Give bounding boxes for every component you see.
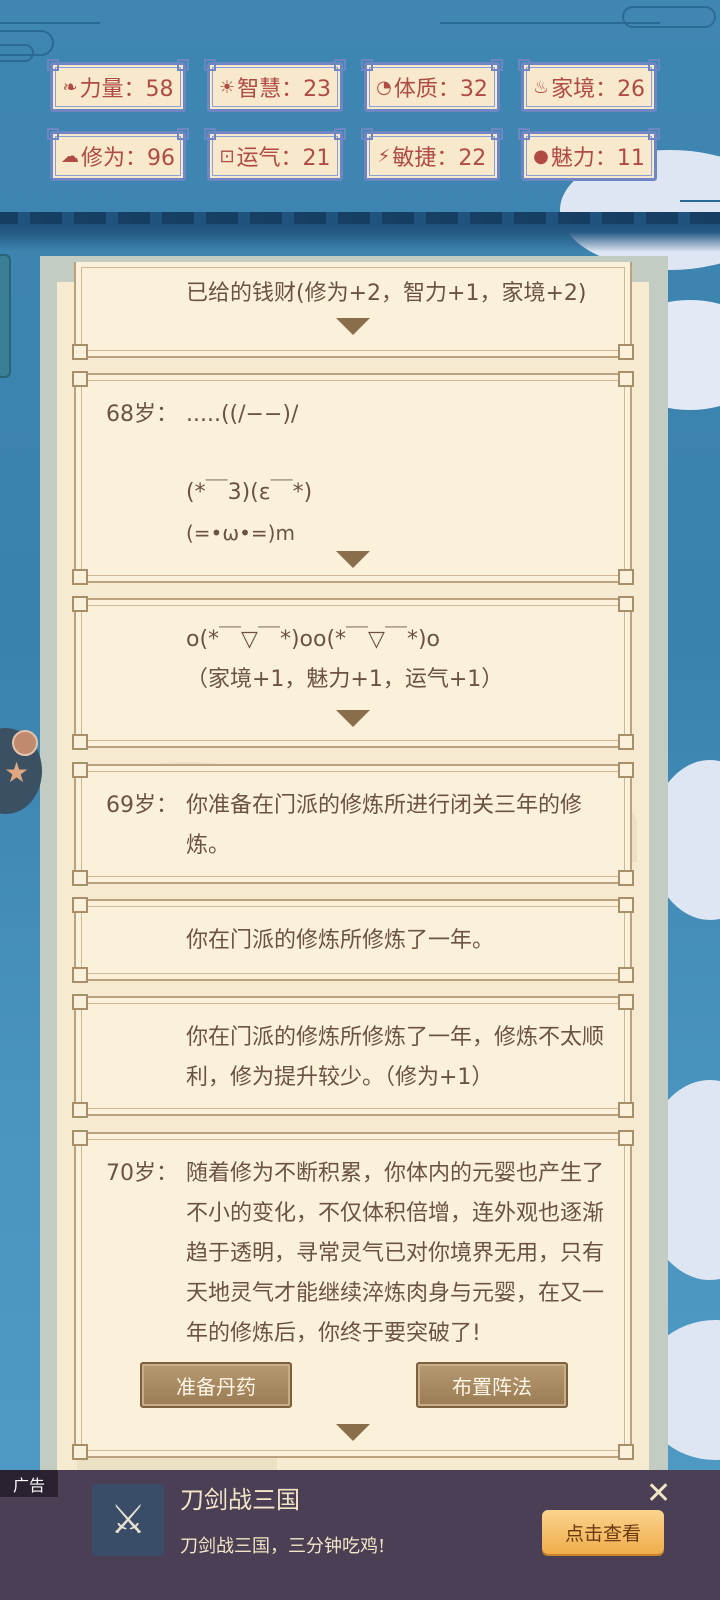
ad-tag: 广告 <box>0 1470 58 1497</box>
entry-text: 你准备在门派的修炼所进行闭关三年的修炼。 <box>186 793 583 858</box>
log-entry-70: 70岁： 随着修为不断积累，你体内的元婴也产生了不小的变化，不仅体积倍增，连外观… <box>72 1130 634 1460</box>
arrange-formation-button[interactable]: 布置阵法 <box>416 1362 568 1408</box>
log-entry-69: 69岁： 你准备在门派的修炼所进行闭关三年的修炼。 <box>72 762 634 886</box>
expand-arrow-icon[interactable] <box>336 551 370 568</box>
expand-arrow-icon[interactable] <box>336 318 370 335</box>
entry-age: 68岁： <box>106 402 178 427</box>
side-drawer-tab[interactable] <box>0 254 11 378</box>
stat-charm: ● 魅力：11 <box>518 128 660 181</box>
partial-entry-text: 已给的钱财(修为+2，智力+1，家境+2) <box>186 281 587 306</box>
entry-text: 你在门派的修炼所修炼了一年，修炼不太顺利，修为提升较少。（修为+1） <box>186 1025 605 1090</box>
log-entry-68: 68岁： .....((/−−)/ (*￣3)(ε￣*) (=•ω•=)m <box>72 371 634 585</box>
ad-banner[interactable]: 广告 ⚔ 刀剑战三国 刀剑战三国，三分钟吃鸡! ✕ 点击查看 <box>0 1470 720 1600</box>
stat-family: ♨ 家境：26 <box>518 59 660 112</box>
stat-wisdom-label: 智慧：23 <box>237 77 332 102</box>
entry-age: 69岁： <box>106 793 178 818</box>
agility-icon: ⚡ <box>377 145 391 167</box>
entry-text: (=•ω•=)m <box>186 521 295 545</box>
log-entry-69b: 你在门派的修炼所修炼了一年。 <box>72 897 634 983</box>
entry-text: o(*￣▽￣*)oo(*￣▽￣*)o <box>186 627 441 652</box>
ad-subtitle: 刀剑战三国，三分钟吃鸡! <box>180 1536 386 1557</box>
ink-band <box>0 212 720 252</box>
stat-constitution: ◔ 体质：32 <box>361 59 503 112</box>
stat-strength: ❧ 力量：58 <box>47 59 189 112</box>
swirl-decoration <box>622 6 716 28</box>
charm-icon: ● <box>533 145 549 167</box>
swirl-decoration <box>0 44 34 62</box>
stat-luck-label: 运气：21 <box>236 146 331 171</box>
ad-cta-button[interactable]: 点击查看 <box>542 1510 664 1554</box>
entry-text: 你在门派的修炼所修炼了一年。 <box>186 928 495 953</box>
luck-icon: ⊡ <box>219 145 235 167</box>
star-icon: ★ <box>4 756 30 789</box>
entry-text: (*￣3)(ε￣*) <box>186 480 313 505</box>
stat-wisdom: ☀ 智慧：23 <box>204 59 346 112</box>
swirl-line <box>680 200 720 202</box>
entry-text: 随着修为不断积累，你体内的元婴也产生了不小的变化，不仅体积倍增，连外观也逐渐趋于… <box>186 1161 605 1346</box>
close-icon[interactable]: ✕ <box>646 1476 671 1511</box>
stat-family-label: 家境：26 <box>551 77 646 102</box>
stat-strength-label: 力量：58 <box>79 77 174 102</box>
strength-icon: ❧ <box>62 76 78 98</box>
log-entry-69c: 你在门派的修炼所修炼了一年，修炼不太顺利，修为提升较少。（修为+1） <box>72 994 634 1118</box>
family-icon: ♨ <box>532 76 550 98</box>
log-entry-68b: o(*￣▽￣*)oo(*￣▽￣*)o （家境+1，魅力+1，运气+1） <box>72 596 634 750</box>
entry-text: .....((/−−)/ <box>186 402 299 427</box>
prepare-pills-button[interactable]: 准备丹药 <box>140 1362 292 1408</box>
crossed-swords-icon[interactable]: ⚔ <box>92 1484 164 1556</box>
stat-charm-label: 魅力：11 <box>550 146 645 171</box>
log-entry-partial: 已给的钱财(修为+2，智力+1，家境+2) <box>72 262 634 360</box>
entry-text: （家境+1，魅力+1，运气+1） <box>186 667 504 692</box>
entry-age: 70岁： <box>106 1161 178 1186</box>
expand-arrow-icon[interactable] <box>336 710 370 727</box>
ad-title[interactable]: 刀剑战三国 <box>180 1480 300 1515</box>
stat-agility: ⚡ 敏捷：22 <box>361 128 503 181</box>
stat-cultivation-label: 修为：96 <box>81 146 175 171</box>
stat-agility-label: 敏捷：22 <box>392 146 487 171</box>
expand-arrow-icon[interactable] <box>336 1424 370 1441</box>
constitution-icon: ◔ <box>376 76 392 98</box>
stat-cultivation: ☁ 修为：96 <box>47 128 189 181</box>
notification-dot <box>12 730 38 756</box>
stat-luck: ⊡ 运气：21 <box>204 128 346 181</box>
cultivation-icon: ☁ <box>61 145 79 167</box>
swirl-line <box>0 22 100 24</box>
wisdom-icon: ☀ <box>218 76 236 98</box>
stat-constitution-label: 体质：32 <box>393 77 488 102</box>
